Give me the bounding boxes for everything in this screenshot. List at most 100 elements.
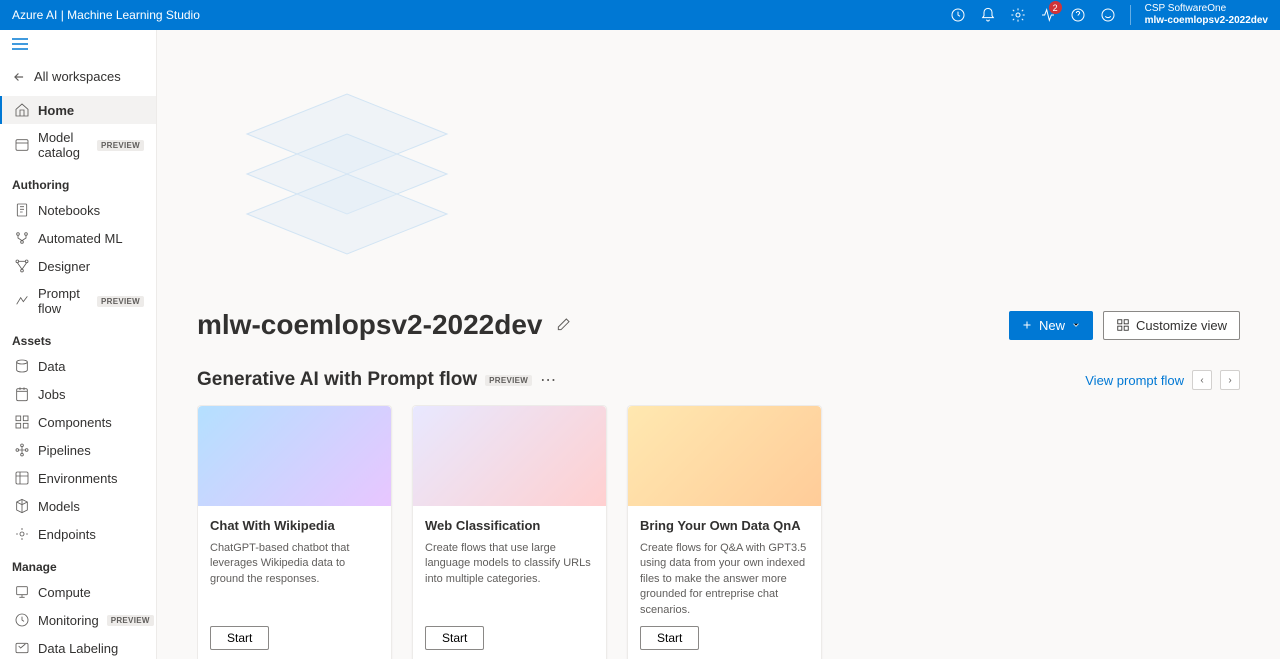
promptflow-icon: [14, 293, 30, 309]
topbar: Azure AI | Machine Learning Studio 2 CSP…: [0, 0, 1280, 30]
sidebar-section-manage: Manage: [0, 548, 156, 578]
notebook-icon: [14, 202, 30, 218]
divider: [1130, 5, 1131, 25]
endpoints-icon: [14, 526, 30, 542]
sidebar-item-data-labeling[interactable]: Data Labeling: [0, 634, 156, 659]
gear-icon[interactable]: [1010, 7, 1026, 23]
sidebar-item-automated-ml[interactable]: Automated ML: [0, 224, 156, 252]
prev-button[interactable]: ‹: [1192, 370, 1212, 390]
decorative-bg: [197, 54, 497, 304]
models-icon: [14, 498, 30, 514]
pipelines-icon: [14, 442, 30, 458]
sidebar-label: Pipelines: [38, 443, 91, 458]
notification-badge: 2: [1049, 1, 1062, 14]
main-content: mlw-coemlopsv2-2022dev New Customize vie…: [157, 30, 1280, 659]
help-icon[interactable]: [1070, 7, 1086, 23]
compute-icon: [14, 584, 30, 600]
start-button[interactable]: Start: [640, 626, 699, 650]
sidebar-section-authoring: Authoring: [0, 166, 156, 196]
card-title: Chat With Wikipedia: [210, 518, 379, 533]
sidebar-label: Environments: [38, 471, 117, 486]
new-label: New: [1039, 318, 1065, 333]
back-label: All workspaces: [34, 69, 121, 84]
card-description: Create flows that use large language mod…: [425, 541, 594, 618]
start-button[interactable]: Start: [210, 626, 269, 650]
sidebar-label: Model catalog: [38, 130, 89, 160]
all-workspaces-link[interactable]: All workspaces: [0, 61, 156, 92]
tenant-info[interactable]: CSP SoftwareOne mlw-coemlopsv2-2022dev: [1145, 3, 1268, 27]
sidebar-label: Data: [38, 359, 65, 374]
promptflow-card: Chat With Wikipedia ChatGPT-based chatbot…: [197, 405, 392, 659]
sidebar-label: Jobs: [38, 387, 65, 402]
sidebar-item-environments[interactable]: Environments: [0, 464, 156, 492]
components-icon: [14, 414, 30, 430]
labeling-icon: [14, 640, 30, 656]
start-button[interactable]: Start: [425, 626, 484, 650]
sidebar-label: Prompt flow: [38, 286, 89, 316]
bell-icon[interactable]: [980, 7, 996, 23]
sidebar-item-models[interactable]: Models: [0, 492, 156, 520]
sidebar-item-model-catalog[interactable]: Model catalog PREVIEW: [0, 124, 156, 166]
sidebar-label: Monitoring: [38, 613, 99, 628]
view-prompt-flow-link[interactable]: View prompt flow: [1085, 373, 1184, 388]
new-button[interactable]: New: [1009, 311, 1093, 340]
sidebar: All workspaces HomeModel catalogPREVIEW …: [0, 30, 157, 659]
data-icon: [14, 358, 30, 374]
automl-icon: [14, 230, 30, 246]
edit-icon[interactable]: [555, 317, 571, 333]
clock-icon[interactable]: [950, 7, 966, 23]
page-header: mlw-coemlopsv2-2022dev New Customize vie…: [197, 309, 1240, 341]
sidebar-item-home[interactable]: Home: [0, 96, 156, 124]
sidebar-item-compute[interactable]: Compute: [0, 578, 156, 606]
card-image: [413, 406, 606, 506]
designer-icon: [14, 258, 30, 274]
home-icon: [14, 102, 30, 118]
page-title: mlw-coemlopsv2-2022dev: [197, 309, 543, 341]
sidebar-item-endpoints[interactable]: Endpoints: [0, 520, 156, 548]
sidebar-label: Components: [38, 415, 112, 430]
env-icon: [14, 470, 30, 486]
sidebar-item-prompt-flow[interactable]: Prompt flow PREVIEW: [0, 280, 156, 322]
card-description: Create flows for Q&A with GPT3.5 using d…: [640, 541, 809, 618]
sidebar-item-pipelines[interactable]: Pipelines: [0, 436, 156, 464]
customize-label: Customize view: [1136, 318, 1227, 333]
chevron-down-icon: [1071, 320, 1081, 330]
sidebar-item-notebooks[interactable]: Notebooks: [0, 196, 156, 224]
monitoring-icon: [14, 612, 30, 628]
sidebar-label: Compute: [38, 585, 91, 600]
app-title: Azure AI | Machine Learning Studio: [12, 8, 200, 22]
tenant-name: CSP SoftwareOne: [1145, 3, 1268, 15]
preview-badge: PREVIEW: [107, 615, 154, 626]
card-description: ChatGPT-based chatbot that leverages Wik…: [210, 541, 379, 618]
card-title: Web Classification: [425, 518, 594, 533]
sidebar-item-designer[interactable]: Designer: [0, 252, 156, 280]
hamburger-icon[interactable]: [0, 30, 156, 61]
customize-view-button[interactable]: Customize view: [1103, 311, 1240, 340]
sidebar-label: Notebooks: [38, 203, 100, 218]
sidebar-item-components[interactable]: Components: [0, 408, 156, 436]
workspace-crumb: mlw-coemlopsv2-2022dev: [1145, 15, 1268, 27]
card-image: [198, 406, 391, 506]
next-button[interactable]: ›: [1220, 370, 1240, 390]
sidebar-label: Data Labeling: [38, 641, 118, 656]
section-title: Generative AI with Prompt flow: [197, 369, 477, 391]
sidebar-section-assets: Assets: [0, 322, 156, 352]
sidebar-item-monitoring[interactable]: Monitoring PREVIEW: [0, 606, 156, 634]
promptflow-card: Web Classification Create flows that use …: [412, 405, 607, 659]
sidebar-item-data[interactable]: Data: [0, 352, 156, 380]
preview-badge: PREVIEW: [97, 140, 144, 151]
diagnostics-icon[interactable]: 2: [1040, 7, 1056, 23]
sidebar-item-jobs[interactable]: Jobs: [0, 380, 156, 408]
preview-badge: PREVIEW: [97, 296, 144, 307]
preview-badge: PREVIEW: [485, 375, 532, 386]
sidebar-label: Home: [38, 103, 74, 118]
more-icon[interactable]: ⋯: [540, 370, 557, 390]
jobs-icon: [14, 386, 30, 402]
card-image: [628, 406, 821, 506]
sidebar-label: Endpoints: [38, 527, 96, 542]
promptflow-card: Bring Your Own Data QnA Create flows for …: [627, 405, 822, 659]
catalog-icon: [14, 137, 30, 153]
card-title: Bring Your Own Data QnA: [640, 518, 809, 533]
feedback-icon[interactable]: [1100, 7, 1116, 23]
sidebar-label: Designer: [38, 259, 90, 274]
